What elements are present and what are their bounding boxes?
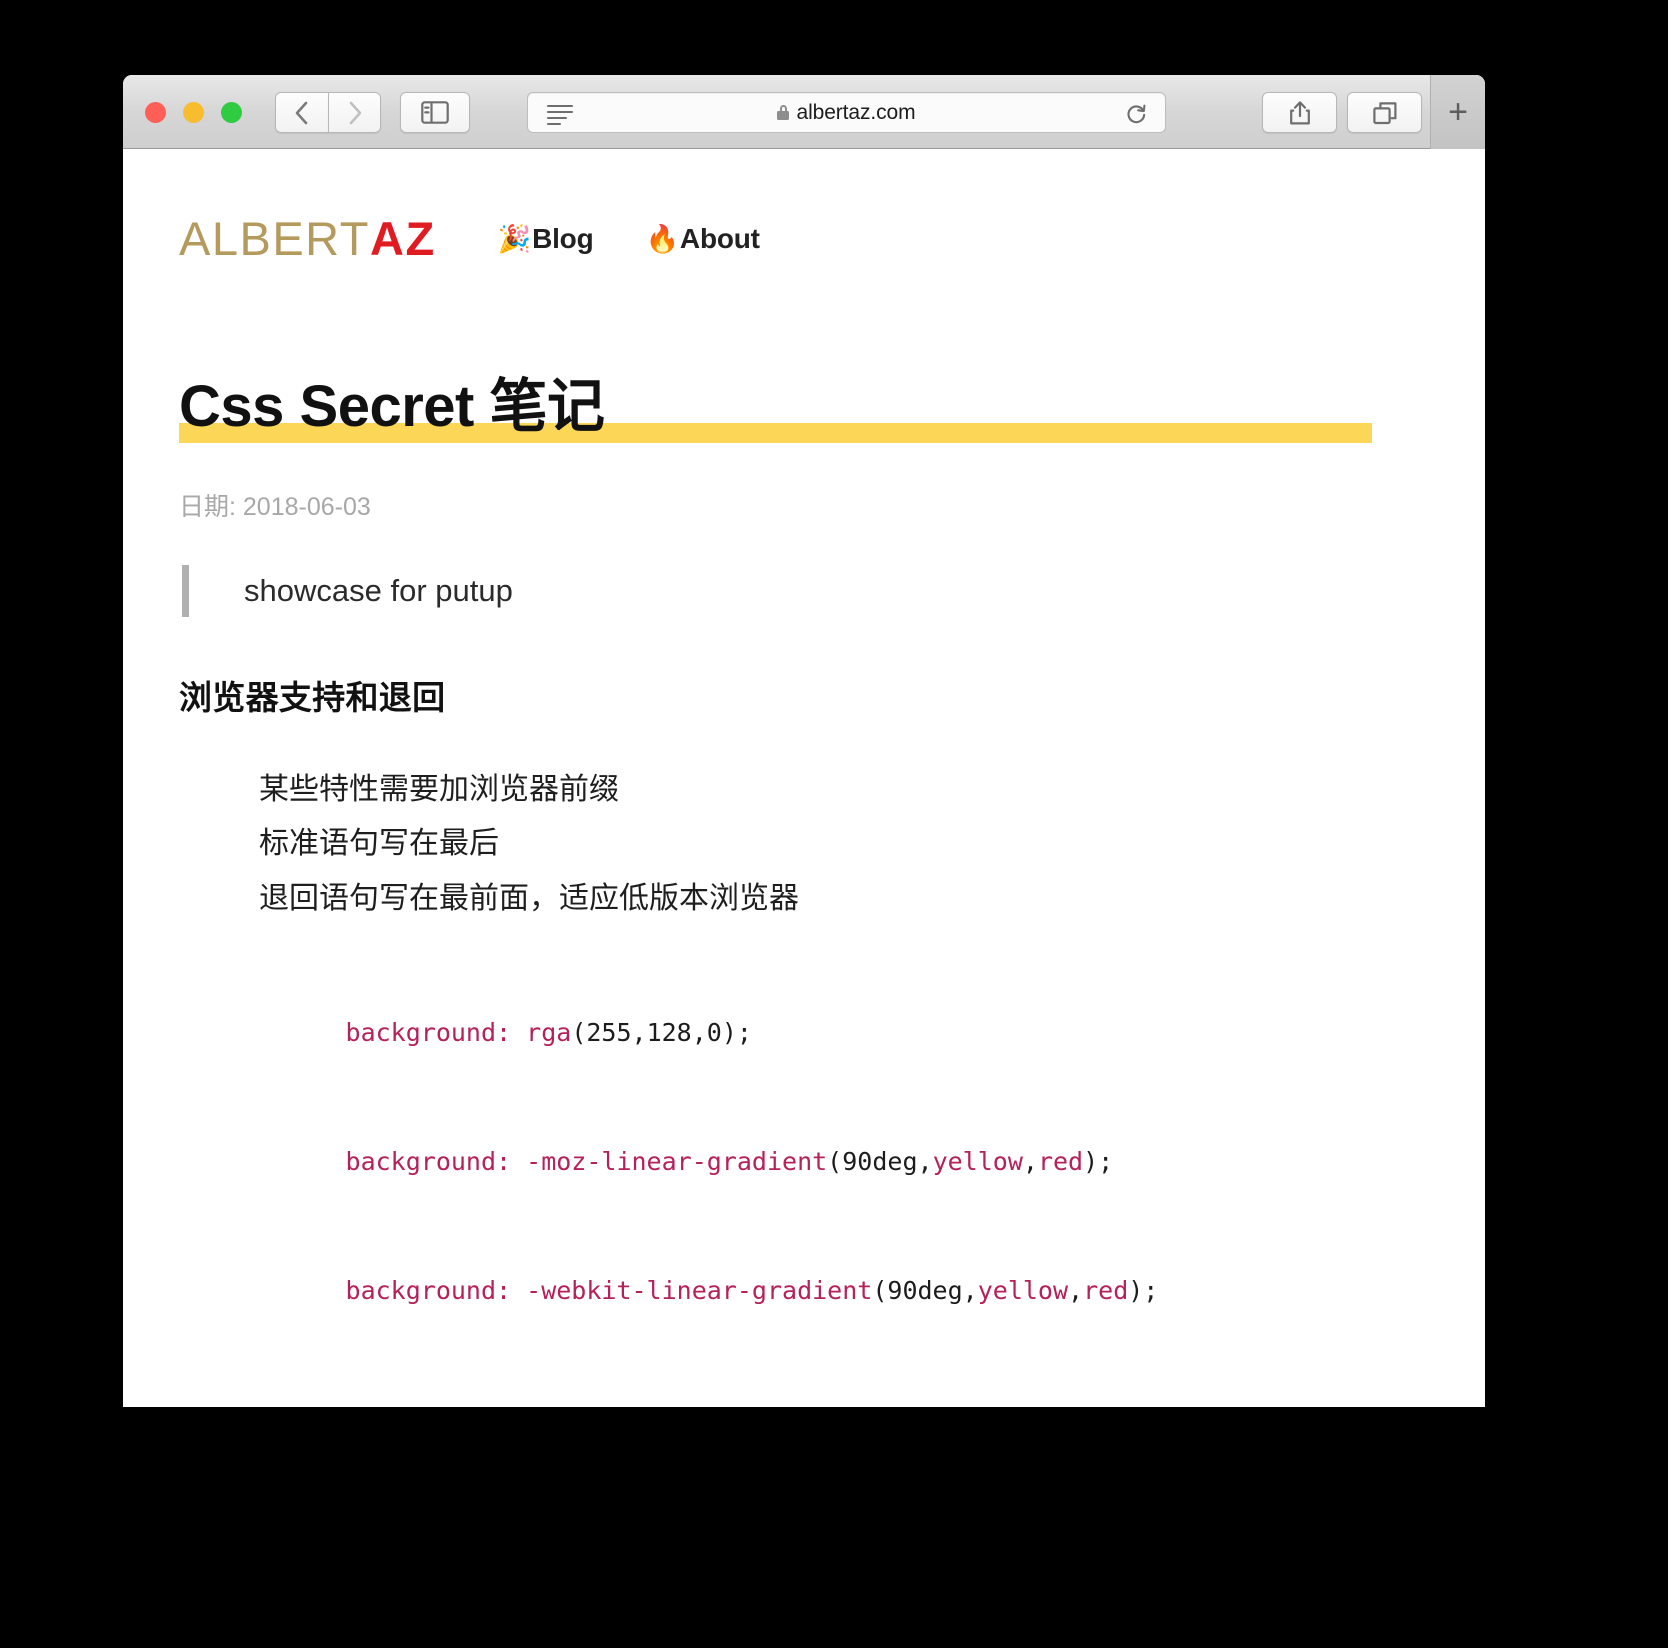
code-value: yellow — [902, 1405, 992, 1407]
code-line: background: -o-linear-gradient(90deg,yel… — [195, 1355, 1429, 1407]
logo-text-accent: AZ — [370, 212, 436, 265]
code-punct: ( — [571, 1018, 587, 1048]
code-punct: , — [993, 1405, 1008, 1407]
plus-icon: + — [1448, 93, 1468, 131]
close-window-button[interactable] — [145, 102, 166, 123]
minimize-window-button[interactable] — [183, 102, 204, 123]
chevron-left-icon — [295, 101, 308, 124]
tab-overview-icon — [1372, 101, 1396, 124]
post-date: 日期: 2018-06-03 — [179, 492, 371, 521]
address-bar-content: albertaz.com — [528, 93, 1165, 132]
blockquote: showcase for putup — [182, 564, 1429, 617]
nav-link-blog[interactable]: 🎉 Blog — [498, 223, 594, 255]
code-args: 255,128,0 — [586, 1018, 722, 1048]
code-punct: ); — [1128, 1276, 1159, 1306]
chevron-right-icon — [349, 101, 361, 124]
code-punct: , — [1068, 1276, 1084, 1306]
code-function: -o-linear-gradient — [511, 1405, 797, 1407]
code-value: red — [1037, 1147, 1084, 1177]
nav-link-about[interactable]: 🔥 About — [646, 223, 760, 255]
code-line: background: rga(255,128,0); — [195, 968, 1429, 1097]
code-property: background: — [345, 1276, 512, 1306]
code-punct: ); — [1053, 1405, 1083, 1407]
share-button[interactable] — [1262, 92, 1337, 133]
intro-line: 某些特性需要加浏览器前缀 — [259, 772, 619, 806]
browser-toolbar: albertaz.com + — [123, 75, 1485, 149]
code-punct: , — [917, 1147, 933, 1177]
code-property: background: — [345, 1147, 512, 1177]
logo-text-primary: ALBERT — [179, 212, 370, 265]
code-number: 90deg — [812, 1405, 887, 1407]
code-value: yellow — [932, 1147, 1023, 1177]
code-punct: , — [1022, 1147, 1038, 1177]
code-value: red — [1008, 1405, 1053, 1407]
new-tab-button[interactable]: + — [1430, 75, 1485, 149]
code-punct: ( — [827, 1147, 843, 1177]
code-property: background: — [345, 1018, 512, 1048]
reload-icon[interactable] — [1126, 104, 1147, 125]
lock-icon — [777, 105, 790, 120]
code-punct: ( — [797, 1405, 812, 1407]
code-number: 90deg — [842, 1147, 918, 1177]
code-number: 90deg — [887, 1276, 963, 1306]
post-title-wrapper: Css Secret 笔记 — [179, 374, 1429, 447]
tab-overview-button[interactable] — [1347, 92, 1422, 133]
window-controls — [145, 102, 242, 123]
code-line: background: -moz-linear-gradient(90deg,y… — [195, 1097, 1429, 1226]
site-header: ALBERTAZ 🎉 Blog 🔥 About — [179, 211, 1429, 266]
code-punct: ); — [721, 1018, 752, 1048]
code-line: background: -webkit-linear-gradient(90de… — [195, 1226, 1429, 1355]
device-frame: albertaz.com + ALBERTAZ 🎉 Blog 🔥 About C… — [18, 14, 1650, 1634]
browser-window: albertaz.com + ALBERTAZ 🎉 Blog 🔥 About C… — [123, 75, 1485, 1407]
url-text[interactable]: albertaz.com — [796, 101, 915, 125]
share-icon — [1289, 100, 1310, 124]
blockquote-text: showcase for putup — [244, 572, 513, 608]
intro-paragraph: 某些特性需要加浏览器前缀 标准语句写在最后 退回语句写在最前面，适应低版本浏览器 — [259, 763, 1429, 927]
forward-button[interactable] — [328, 92, 381, 133]
page-content: ALBERTAZ 🎉 Blog 🔥 About Css Secret 笔记 日期: … — [123, 149, 1485, 1407]
fire-icon: 🔥 — [645, 223, 680, 254]
code-value: red — [1083, 1276, 1129, 1306]
code-punct: , — [962, 1276, 978, 1306]
code-function: -moz-linear-gradient — [511, 1147, 828, 1177]
section-heading: 浏览器支持和退回 — [179, 678, 446, 716]
code-punct: , — [887, 1405, 902, 1407]
back-button[interactable] — [275, 92, 328, 133]
maximize-window-button[interactable] — [221, 102, 242, 123]
code-function: rga — [511, 1018, 572, 1048]
code-function: -webkit-linear-gradient — [511, 1276, 873, 1306]
nav-link-about-label: About — [679, 222, 760, 254]
code-punct: ); — [1083, 1147, 1114, 1177]
page-title: Css Secret 笔记 — [179, 374, 605, 439]
party-popper-icon: 🎉 — [497, 223, 532, 254]
site-nav: 🎉 Blog 🔥 About — [498, 223, 760, 255]
code-block: background: rga(255,128,0); background: … — [195, 968, 1429, 1407]
nav-link-blog-label: Blog — [532, 222, 594, 254]
code-punct: ( — [872, 1276, 888, 1306]
code-value: yellow — [977, 1276, 1069, 1306]
address-bar[interactable]: albertaz.com — [527, 92, 1166, 133]
sidebar-toggle-button[interactable] — [400, 92, 470, 133]
site-logo[interactable]: ALBERTAZ — [179, 211, 436, 266]
sidebar-icon — [421, 101, 449, 124]
intro-line: 退回语句写在最前面，适应低版本浏览器 — [259, 881, 799, 915]
code-property: background: — [346, 1405, 512, 1407]
intro-line: 标准语句写在最后 — [259, 827, 499, 861]
